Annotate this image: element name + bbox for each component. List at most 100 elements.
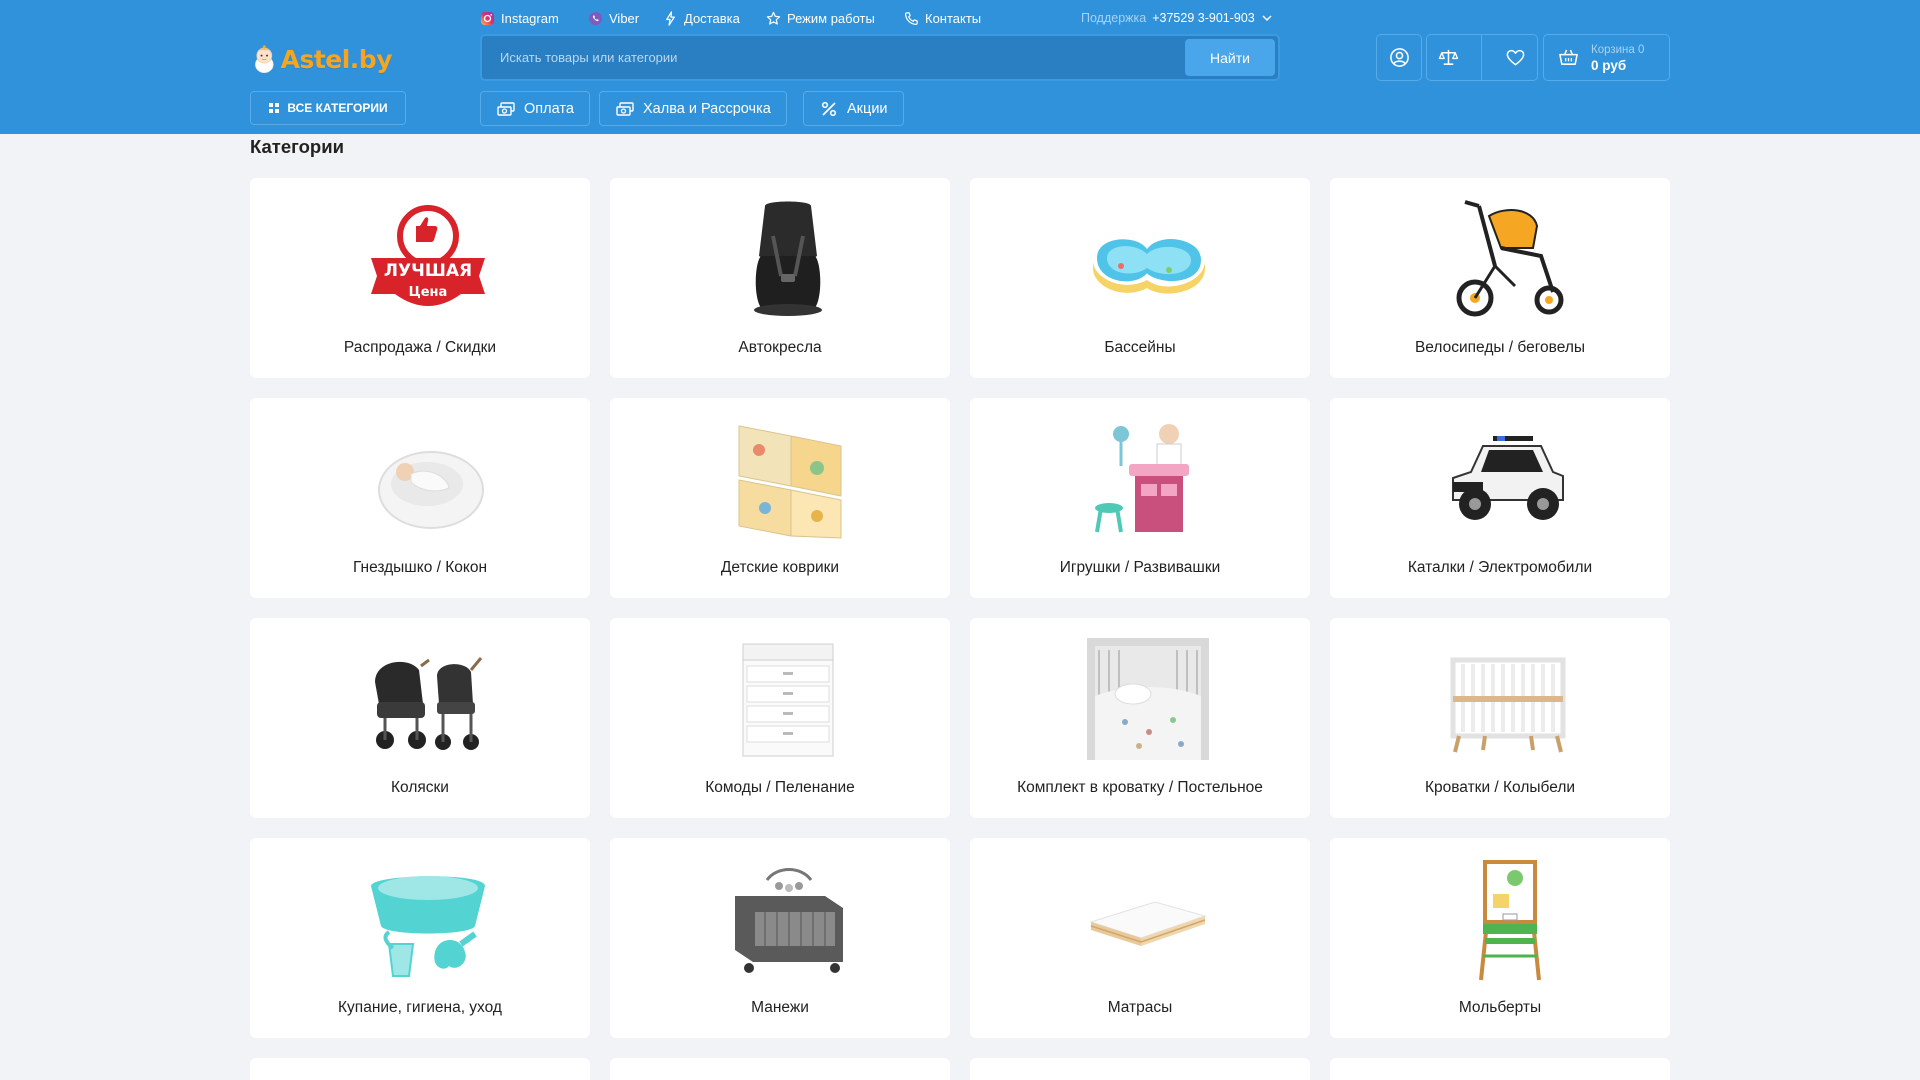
- contacts-link[interactable]: Контакты: [904, 9, 981, 27]
- account-button[interactable]: [1376, 34, 1422, 81]
- category-card-mattresses[interactable]: Матрасы: [970, 838, 1310, 1038]
- category-label: Коляски: [391, 779, 449, 796]
- electric-car-image: [1452, 436, 1564, 520]
- category-card-dressers[interactable]: Комоды / Пеленание: [610, 618, 950, 818]
- delivery-link[interactable]: Доставка: [663, 9, 740, 27]
- viber-icon: [588, 11, 603, 25]
- category-label: Распродажа / Скидки: [343, 339, 497, 356]
- category-label: Купание, гигиена, уход: [338, 999, 502, 1016]
- category-image: [1085, 856, 1211, 982]
- category-card-sale[interactable]: ЛУЧШАЯ Цена Распродажа / Скидки: [250, 178, 590, 378]
- delivery-label: Доставка: [684, 10, 740, 26]
- halva-installments-label: Халва и Рассрочка: [643, 100, 771, 117]
- svg-text:ЛУЧШАЯ: ЛУЧШАЯ: [384, 261, 472, 281]
- divider: [1481, 34, 1483, 81]
- viber-label: Viber: [609, 10, 640, 26]
- payment-button[interactable]: Оплата: [480, 91, 590, 126]
- category-image: [1085, 636, 1211, 762]
- chevron-down-icon: [1262, 15, 1272, 22]
- compare-button[interactable]: [1438, 47, 1459, 68]
- chest-of-drawers-image: [742, 643, 834, 757]
- category-label: Манежи: [751, 999, 809, 1016]
- category-image: [1445, 196, 1571, 322]
- scales-icon: [1438, 49, 1459, 65]
- category-card-car-seats[interactable]: Автокресла: [610, 178, 950, 378]
- category-card-bathing[interactable]: Купание, гигиена, уход: [250, 838, 590, 1038]
- category-image: ЛУЧШАЯ Цена: [365, 196, 491, 322]
- viber-link[interactable]: Viber: [588, 9, 639, 27]
- category-card-cocoon[interactable]: Гнездышко / Кокон: [250, 398, 590, 598]
- lightning-icon: [666, 10, 675, 26]
- category-label: Матрасы: [1107, 999, 1173, 1016]
- category-label: Комплект в кроватку / Постельное: [1017, 779, 1263, 796]
- playpen-image: [735, 868, 843, 973]
- category-image: [1445, 636, 1571, 762]
- star-icon: [766, 11, 781, 25]
- category-image: [1085, 416, 1211, 542]
- support-phone-dropdown[interactable]: Поддержка +37529 3-901-903: [1081, 9, 1273, 27]
- baby-mascot-icon: [255, 45, 274, 74]
- all-categories-label: ВСЕ КАТЕГОРИИ: [287, 101, 388, 115]
- category-label: Детские коврики: [720, 559, 840, 576]
- all-categories-button[interactable]: ВСЕ КАТЕГОРИИ: [250, 91, 406, 125]
- baby-cocoon-image: [378, 451, 484, 529]
- instagram-link[interactable]: Instagram: [480, 9, 559, 27]
- site-header: Instagram Viber Доставка Режим работы Ко…: [0, 0, 1920, 134]
- promotions-button[interactable]: Акции: [803, 91, 904, 126]
- category-card-bikes[interactable]: Велосипеды / беговелы: [1330, 178, 1670, 378]
- cart-count: Корзина 0: [1591, 43, 1645, 56]
- toy-doctor-set-image: [1095, 424, 1189, 533]
- category-image: [365, 636, 491, 762]
- category-card-toys[interactable]: Игрушки / Развивашки: [970, 398, 1310, 598]
- favorites-button[interactable]: [1505, 47, 1526, 68]
- category-card-more-2[interactable]: [610, 1058, 950, 1080]
- category-card-cribs[interactable]: Кроватки / Колыбели: [1330, 618, 1670, 818]
- cart-button[interactable]: Корзина 0 0 руб: [1543, 34, 1670, 81]
- category-label: Гнездышко / Кокон: [352, 559, 488, 576]
- category-label: Каталки / Электромобили: [1407, 559, 1593, 576]
- category-image: [725, 416, 851, 542]
- working-hours-link[interactable]: Режим работы: [766, 9, 875, 27]
- logo-text: Astel.by: [280, 44, 393, 74]
- category-label: Велосипеды / беговелы: [1414, 339, 1586, 356]
- category-card-easels[interactable]: Мольберты: [1330, 838, 1670, 1038]
- support-phone: +37529 3-901-903: [1152, 11, 1255, 25]
- percent-icon: [821, 101, 837, 116]
- category-card-playpens[interactable]: Манежи: [610, 838, 950, 1038]
- category-image: [1445, 416, 1571, 542]
- search-bar: Найти: [480, 34, 1280, 81]
- crib-bedding-image: [1087, 638, 1209, 760]
- category-card-more-1[interactable]: [250, 1058, 590, 1080]
- instagram-label: Instagram: [501, 10, 559, 26]
- halva-installments-button[interactable]: Халва и Рассрочка: [599, 91, 787, 126]
- search-input[interactable]: [494, 36, 1154, 79]
- search-button[interactable]: Найти: [1185, 39, 1275, 76]
- grid-icon: [269, 103, 280, 113]
- category-image: [1445, 856, 1571, 982]
- category-card-more-3[interactable]: [970, 1058, 1310, 1080]
- category-card-play-mats[interactable]: Детские коврики: [610, 398, 950, 598]
- category-card-strollers[interactable]: Коляски: [250, 618, 590, 818]
- easel-image: [1479, 860, 1541, 981]
- working-hours-label: Режим работы: [787, 10, 875, 26]
- user-icon: [1389, 48, 1409, 67]
- category-label: Мольберты: [1458, 999, 1542, 1016]
- svg-text:Цена: Цена: [409, 285, 448, 300]
- basket-icon: [1559, 49, 1578, 65]
- category-card-ride-ons[interactable]: Каталки / Электромобили: [1330, 398, 1670, 598]
- category-image: [725, 196, 851, 322]
- category-image: [725, 636, 851, 762]
- category-card-crib-bedding[interactable]: Комплект в кроватку / Постельное: [970, 618, 1310, 818]
- tricycle-image: [1456, 200, 1564, 317]
- crib-image: [1450, 657, 1566, 753]
- mattress-image: [1089, 901, 1207, 946]
- best-price-badge-image: ЛУЧШАЯ Цена: [371, 205, 485, 306]
- category-label: Бассейны: [1104, 339, 1176, 356]
- category-label: Комоды / Пеленание: [705, 779, 855, 796]
- cart-sum: 0 руб: [1591, 57, 1627, 73]
- payment-label: Оплата: [524, 100, 574, 117]
- category-card-more-4[interactable]: [1330, 1058, 1670, 1080]
- compare-favorites-group: [1426, 34, 1538, 81]
- category-card-pools[interactable]: Бассейны: [970, 178, 1310, 378]
- site-logo[interactable]: Astel.by: [252, 34, 393, 84]
